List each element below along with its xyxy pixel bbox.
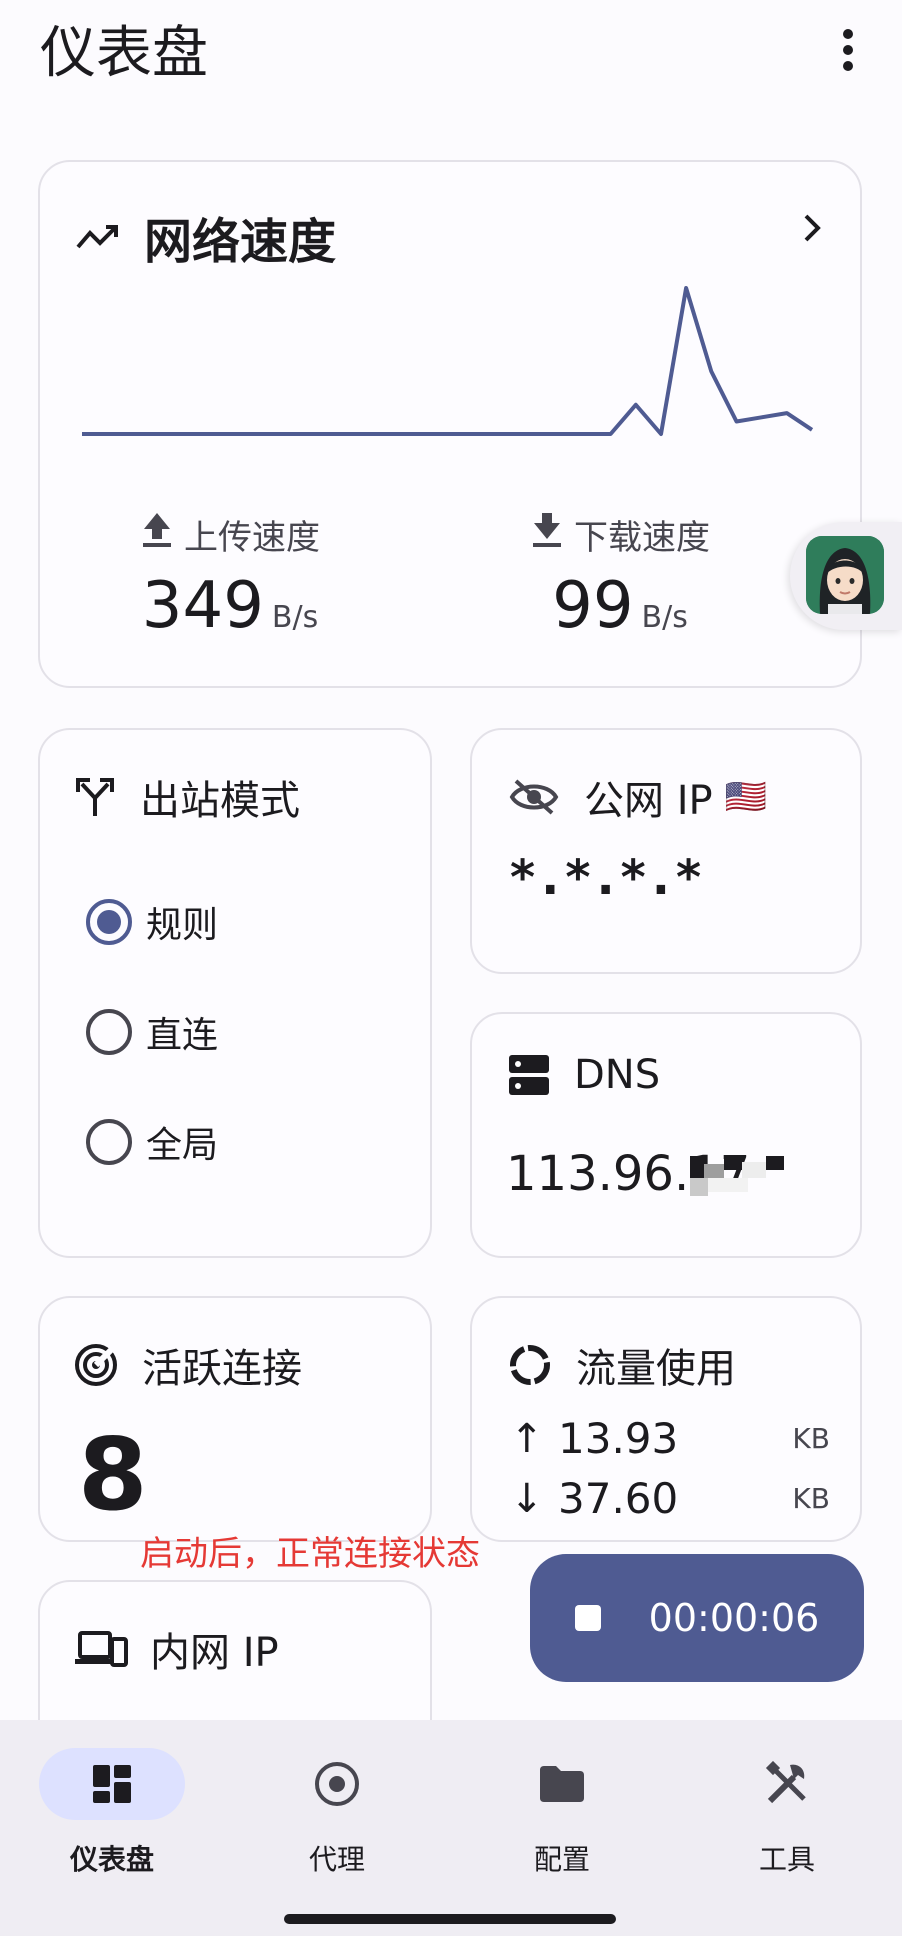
- radio-selected-icon[interactable]: [86, 899, 132, 945]
- active-connections-header: 活跃连接: [74, 1336, 302, 1394]
- active-connections-card[interactable]: 活跃连接 8: [38, 1296, 432, 1542]
- network-speed-header: 网络速度: [74, 202, 336, 272]
- nav-label: 仪表盘: [69, 1843, 154, 1876]
- nav-config[interactable]: 配置: [462, 1748, 662, 1878]
- upload-unit: B/s: [271, 600, 319, 635]
- public-ip-value: *.*.*.*: [510, 850, 708, 906]
- traffic-usage-header: 流量使用: [508, 1336, 736, 1394]
- outbound-mode-card: 出站模式 规则 直连 全局: [38, 728, 432, 1258]
- mode-option-label: 规则: [146, 905, 219, 946]
- devices-icon: [74, 1629, 128, 1669]
- stop-timer-button[interactable]: 00:00:06: [530, 1554, 864, 1682]
- bottom-navigation: 仪表盘 代理 配置 工具: [0, 1720, 902, 1936]
- redaction-mosaic: [690, 1156, 790, 1200]
- download-speed: 下载速度 99 B/s: [460, 510, 780, 643]
- public-ip-card[interactable]: 公网 IP 🇺🇸 *.*.*.*: [470, 728, 862, 974]
- arrow-down-icon: ↓: [510, 1475, 544, 1522]
- trending-icon: [74, 219, 122, 255]
- nav-label: 代理: [308, 1843, 365, 1876]
- nav-dashboard[interactable]: 仪表盘: [12, 1748, 212, 1878]
- mode-option-global[interactable]: 全局: [86, 1116, 218, 1168]
- public-ip-header: 公网 IP 🇺🇸: [508, 768, 767, 826]
- dns-card[interactable]: DNS 113.96.17: [470, 1012, 862, 1258]
- radio-unselected-icon[interactable]: [86, 1119, 132, 1165]
- upload-value: 349: [141, 569, 264, 643]
- traffic-upload-unit: KB: [792, 1422, 830, 1455]
- dashboard-icon: [39, 1748, 185, 1820]
- lan-ip-title: 内网 IP: [150, 1630, 279, 1676]
- active-connections-title: 活跃连接: [142, 1346, 302, 1392]
- mode-option-direct[interactable]: 直连: [86, 1006, 218, 1058]
- traffic-download-value: 37.60: [558, 1474, 679, 1523]
- nav-label: 配置: [533, 1843, 590, 1876]
- download-value: 99: [552, 569, 634, 643]
- dns-title: DNS: [574, 1052, 661, 1098]
- speed-line-chart: [82, 286, 814, 436]
- dns-icon: [508, 1053, 550, 1097]
- annotation-text: 启动后，正常连接状态: [140, 1534, 480, 1574]
- download-label: 下载速度: [574, 518, 710, 558]
- download-icon: [530, 511, 564, 558]
- radar-icon: [74, 1343, 118, 1387]
- mode-option-label: 直连: [146, 1015, 219, 1056]
- outbound-mode-title: 出站模式: [140, 778, 300, 824]
- upload-speed: 上传速度 349 B/s: [70, 510, 390, 643]
- download-unit: B/s: [641, 600, 688, 635]
- active-connections-value: 8: [78, 1416, 148, 1533]
- mode-option-label: 全局: [146, 1125, 219, 1166]
- call-split-icon: [74, 776, 116, 818]
- public-ip-title: 公网 IP: [584, 778, 713, 824]
- traffic-usage-card[interactable]: 流量使用 ↑ 13.93 KB ↓ 37.60 KB: [470, 1296, 862, 1542]
- traffic-usage-title: 流量使用: [576, 1346, 736, 1392]
- floating-avatar-button[interactable]: [790, 522, 902, 630]
- donut-icon: [508, 1343, 552, 1387]
- avatar: [806, 536, 884, 614]
- upload-icon: [140, 511, 174, 558]
- speed-series-line: [82, 286, 814, 436]
- more-vert-icon[interactable]: [830, 22, 866, 78]
- folder-icon: [489, 1748, 635, 1820]
- dns-header: DNS: [508, 1052, 660, 1098]
- traffic-download-unit: KB: [792, 1482, 830, 1515]
- lan-ip-header: 内网 IP: [74, 1620, 279, 1678]
- tools-icon: [714, 1748, 860, 1820]
- radio-button-icon: [264, 1748, 410, 1820]
- mode-option-rule[interactable]: 规则: [86, 896, 218, 948]
- app-root: 仪表盘 网络速度 上传速度 349 B/s 下载速度 99 B/s 出站模式 规…: [0, 0, 902, 1936]
- traffic-upload-row: ↑ 13.93 KB: [510, 1414, 830, 1463]
- nav-proxy[interactable]: 代理: [237, 1748, 437, 1878]
- traffic-download-row: ↓ 37.60 KB: [510, 1474, 830, 1523]
- outbound-mode-header: 出站模式: [74, 768, 300, 826]
- home-indicator: [284, 1914, 616, 1924]
- radio-unselected-icon[interactable]: [86, 1009, 132, 1055]
- upload-label: 上传速度: [184, 518, 320, 558]
- page-title: 仪表盘: [40, 21, 208, 86]
- chevron-right-icon[interactable]: [800, 212, 824, 248]
- elapsed-time: 00:00:06: [648, 1596, 820, 1640]
- network-speed-card[interactable]: 网络速度 上传速度 349 B/s 下载速度 99 B/s: [38, 160, 862, 688]
- traffic-upload-value: 13.93: [558, 1414, 679, 1463]
- network-speed-title: 网络速度: [144, 214, 337, 270]
- nav-label: 工具: [758, 1843, 815, 1876]
- visibility-off-icon[interactable]: [508, 777, 560, 817]
- stop-icon: [574, 1605, 601, 1631]
- us-flag-icon: 🇺🇸: [724, 777, 767, 817]
- arrow-up-icon: ↑: [510, 1415, 544, 1462]
- nav-tools[interactable]: 工具: [687, 1748, 887, 1878]
